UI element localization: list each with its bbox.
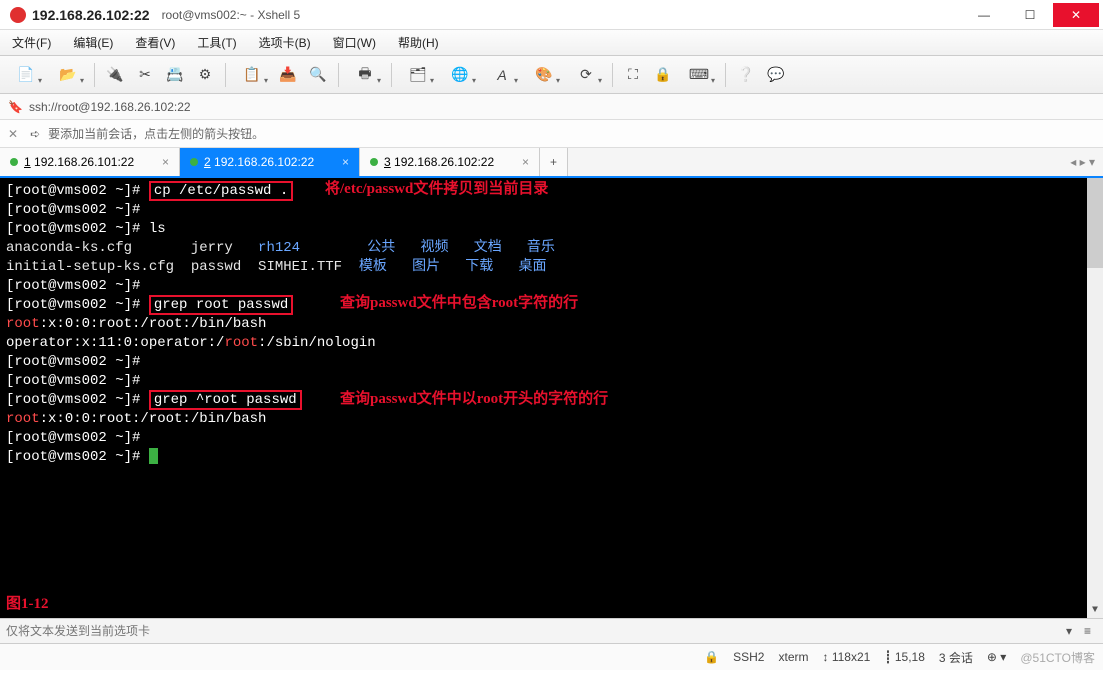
send-target-dropdown[interactable]: ▾ (1060, 624, 1078, 638)
close-button[interactable]: ✕ (1053, 3, 1099, 27)
web-button[interactable]: 🌐 (440, 61, 480, 89)
status-dot-icon (370, 158, 378, 166)
tab-close-icon[interactable]: × (342, 155, 349, 169)
address-text[interactable]: ssh://root@192.168.26.102:22 (29, 100, 191, 114)
menu-window[interactable]: 窗口(W) (327, 31, 382, 54)
status-protocol: SSH2 (733, 650, 764, 664)
send-input[interactable] (6, 624, 1060, 638)
print-button[interactable]: 🖶 (345, 61, 385, 89)
properties-button[interactable]: 📇 (161, 61, 189, 89)
status-ssh-icon: 🔒 (704, 650, 719, 664)
menu-tools[interactable]: 工具(T) (191, 31, 242, 54)
menu-tab[interactable]: 选项卡(B) (253, 31, 317, 54)
hint-text: 要添加当前会话，点击左侧的箭头按钮。 (48, 125, 264, 142)
scroll-down-icon[interactable]: ▼ (1087, 602, 1103, 618)
annotation-grep1: 查询passwd文件中包含root字符的行 (340, 294, 578, 313)
window-title-ip: 192.168.26.102:22 (32, 7, 162, 23)
status-term-type: xterm (778, 650, 808, 664)
bookmark-icon[interactable]: 🔖 (8, 100, 23, 114)
annotation-grep2: 查询passwd文件中以root开头的字符的行 (340, 390, 608, 409)
status-dot-icon (10, 158, 18, 166)
highlighted-cmd-cp: cp /etc/passwd . (149, 181, 293, 201)
highlighted-cmd-grep2: grep ^root passwd (149, 390, 302, 410)
menu-edit[interactable]: 编辑(E) (67, 31, 119, 54)
maximize-button[interactable]: ☐ (1007, 3, 1053, 27)
menu-view[interactable]: 查看(V) (129, 31, 181, 54)
help-button[interactable]: ❔ (732, 61, 760, 89)
disconnect-button[interactable]: ✂ (131, 61, 159, 89)
new-tab-button[interactable]: + (540, 148, 568, 176)
window-title-sub: root@vms002:~ - Xshell 5 (162, 8, 301, 22)
settings-button[interactable]: ⚙ (191, 61, 219, 89)
font-button[interactable]: A (482, 61, 522, 89)
status-session-count: 3 会话 (939, 649, 973, 666)
menu-help[interactable]: 帮助(H) (392, 31, 445, 54)
status-cursor-pos: 15,18 (895, 650, 925, 664)
address-bar: 🔖 ssh://root@192.168.26.102:22 (0, 94, 1103, 120)
tab-nav-arrows[interactable]: ◂ ▸ ▾ (1062, 148, 1103, 176)
status-size: 118x21 (832, 650, 870, 664)
tab-close-icon[interactable]: × (162, 155, 169, 169)
session-tabbar: 1 192.168.26.101:22 × 2 192.168.26.102:2… (0, 148, 1103, 178)
menubar: 文件(F) 编辑(E) 查看(V) 工具(T) 选项卡(B) 窗口(W) 帮助(… (0, 30, 1103, 56)
terminal[interactable]: [root@vms002 ~]# cp /etc/passwd . 将/etc/… (0, 178, 1103, 618)
figure-label: 图1-12 (6, 595, 49, 614)
transfer-button[interactable]: 🗂 (398, 61, 438, 89)
app-icon (10, 7, 26, 23)
new-session-button[interactable]: 📄 (6, 61, 46, 89)
scroll-thumb[interactable] (1087, 178, 1103, 268)
hint-close-button[interactable]: ✕ (8, 127, 18, 141)
fullscreen-button[interactable]: ⛶ (619, 61, 647, 89)
paste-button[interactable]: 📥 (274, 61, 302, 89)
toolbar: 📄 📂 🔌 ✂ 📇 ⚙ 📋 📥 🔍 🖶 🗂 🌐 A 🎨 ⟳ ⛶ 🔒 ⌨ ❔ 💬 (0, 56, 1103, 94)
find-button[interactable]: 🔍 (304, 61, 332, 89)
hint-arrow-icon[interactable]: ➪ (30, 127, 40, 141)
status-dot-icon (190, 158, 198, 166)
send-bar: ▾ ≡ (0, 618, 1103, 644)
copy-button[interactable]: 📋 (232, 61, 272, 89)
highlighted-cmd-grep1: grep root passwd (149, 295, 293, 315)
statusbar: 🔒 SSH2 xterm ↕ 118x21 ┋ 15,18 3 会话 ⊕ ▾ @… (0, 644, 1103, 670)
watermark: @51CTO博客 (1020, 649, 1095, 666)
session-tab-1[interactable]: 1 192.168.26.101:22 × (0, 148, 180, 176)
minimize-button[interactable]: — (961, 3, 1007, 27)
tab-close-icon[interactable]: × (522, 155, 529, 169)
menu-file[interactable]: 文件(F) (6, 31, 57, 54)
open-button[interactable]: 📂 (48, 61, 88, 89)
annotation-cp: 将/etc/passwd文件拷贝到当前目录 (325, 180, 548, 199)
color-button[interactable]: 🎨 (524, 61, 564, 89)
session-tab-3[interactable]: 3 192.168.26.102:22 × (360, 148, 540, 176)
session-tab-2[interactable]: 2 192.168.26.102:22 × (180, 148, 360, 176)
reconnect-button[interactable]: 🔌 (101, 61, 129, 89)
window-titlebar: 192.168.26.102:22 root@vms002:~ - Xshell… (0, 0, 1103, 30)
send-menu-button[interactable]: ≡ (1078, 624, 1097, 638)
keyboard-button[interactable]: ⌨ (679, 61, 719, 89)
cursor (149, 448, 158, 464)
encoding-button[interactable]: ⟳ (566, 61, 606, 89)
hint-bar: ✕ ➪ 要添加当前会话，点击左侧的箭头按钮。 (0, 120, 1103, 148)
terminal-scrollbar[interactable]: ▲ ▼ (1087, 178, 1103, 618)
lock-button[interactable]: 🔒 (649, 61, 677, 89)
chat-button[interactable]: 💬 (762, 61, 790, 89)
